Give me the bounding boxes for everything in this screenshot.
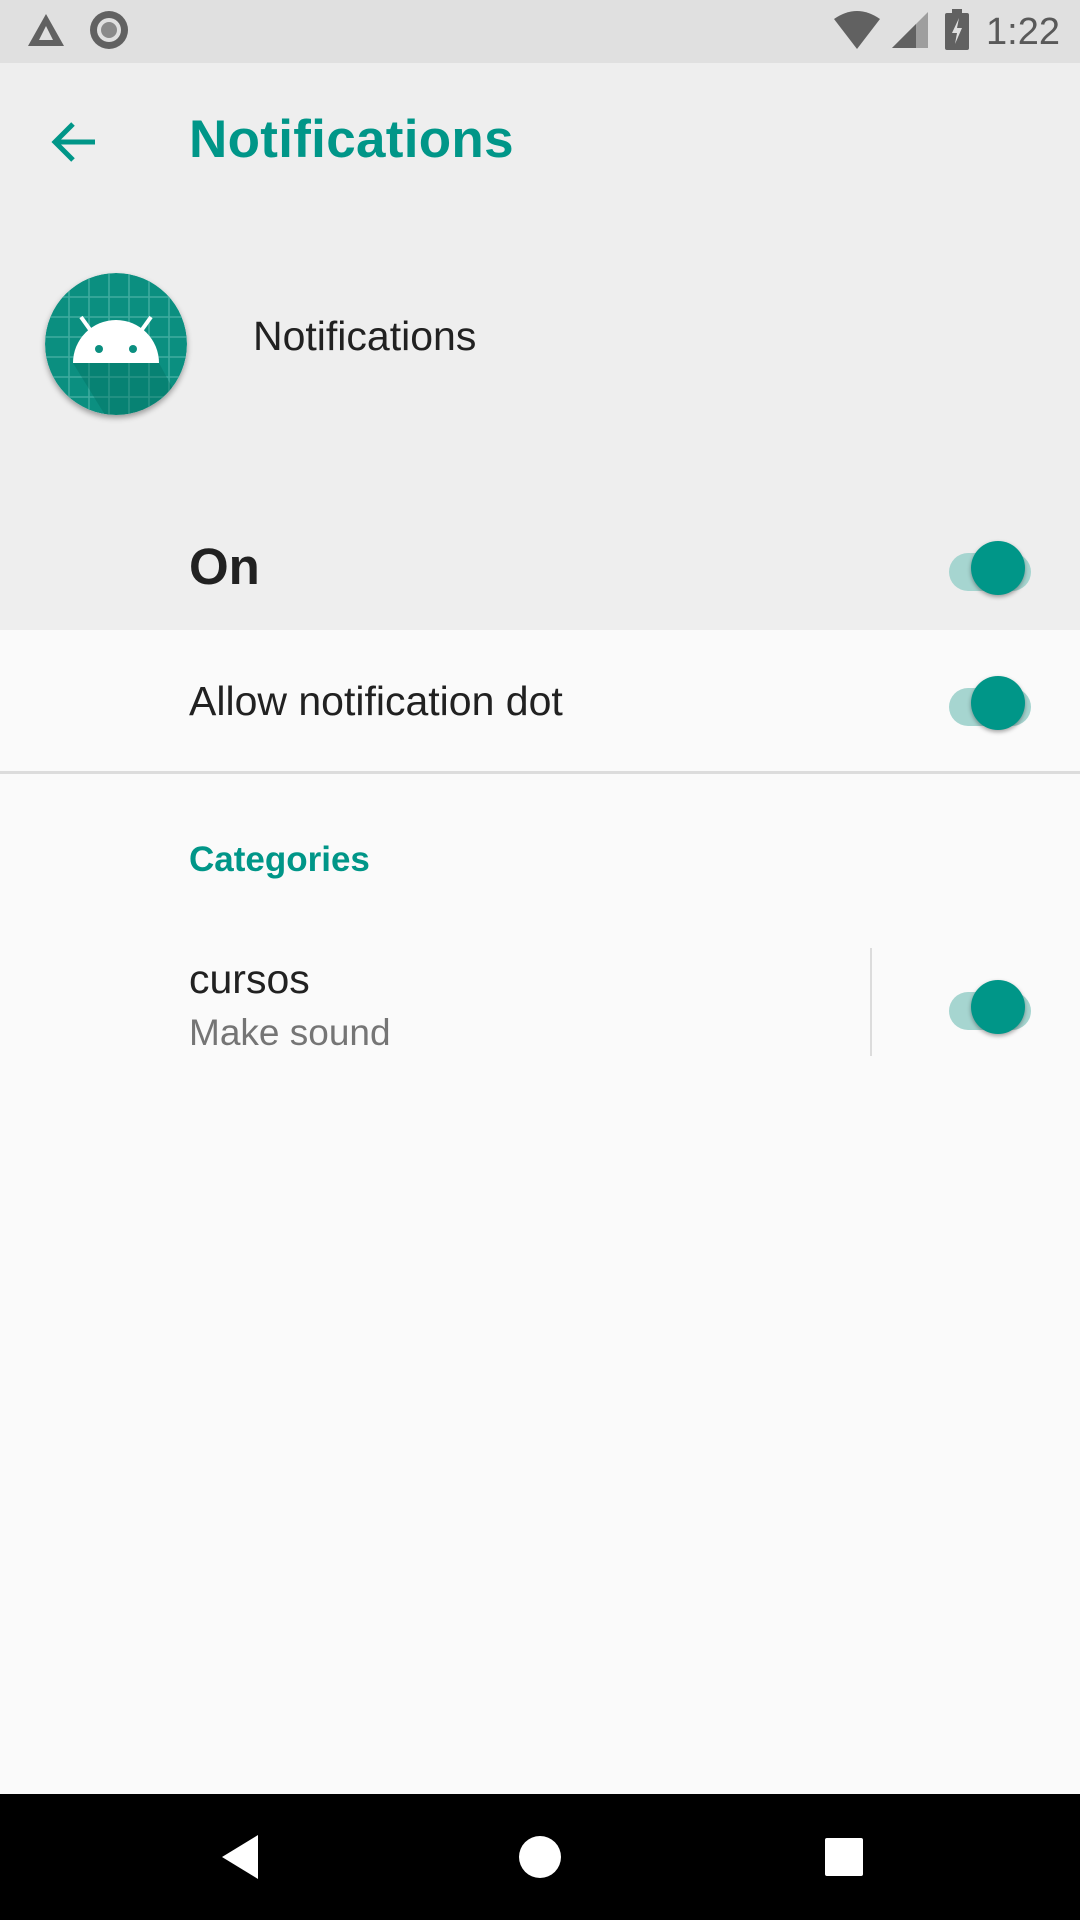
page-title: Notifications: [189, 110, 514, 169]
status-time: 1:22: [986, 10, 1060, 53]
categories-header: Categories: [189, 840, 370, 879]
notification-dot-row[interactable]: Allow notification dot: [0, 630, 1080, 772]
switch-thumb: [971, 676, 1025, 730]
arrow-back-icon: [49, 120, 99, 169]
channel-title: cursos: [189, 956, 310, 1002]
android-app-icon: [45, 273, 187, 415]
switch-thumb: [971, 541, 1025, 595]
channel-summary: Make sound: [189, 1012, 391, 1053]
nav-bar: [0, 1794, 1080, 1920]
channel-toggle[interactable]: [945, 974, 1035, 1034]
nav-back-button[interactable]: [195, 1814, 285, 1904]
signal-icon: [890, 10, 930, 55]
status-bar: 1:22: [0, 0, 1080, 63]
notification-dot-toggle[interactable]: [945, 670, 1035, 730]
channel-divider: [870, 948, 872, 1056]
battery-charging-icon: [944, 8, 970, 56]
master-switch-row[interactable]: On: [0, 513, 1080, 630]
nav-recents-button[interactable]: [799, 1814, 889, 1904]
wifi-icon: [832, 9, 882, 56]
master-switch-label: On: [189, 538, 260, 595]
app-info: Notifications: [0, 273, 1080, 423]
channel-row[interactable]: cursos Make sound: [0, 940, 1080, 1070]
home-circle-icon: [517, 1834, 563, 1885]
notification-dot-label: Allow notification dot: [189, 678, 563, 724]
nav-home-button[interactable]: [495, 1814, 585, 1904]
sync-circle-icon: [88, 9, 130, 56]
toolbar: Notifications: [0, 63, 1080, 213]
app-name: Notifications: [253, 313, 477, 359]
switch-thumb: [971, 980, 1025, 1034]
warning-triangle-icon: [26, 12, 66, 53]
recents-square-icon: [824, 1837, 864, 1882]
back-button[interactable]: [34, 104, 114, 184]
back-triangle-icon: [218, 1833, 262, 1886]
master-switch-toggle[interactable]: [945, 535, 1035, 595]
status-left-icons: [26, 10, 130, 53]
header-area: Notifications Notifications On: [0, 63, 1080, 630]
section-divider: [0, 771, 1080, 774]
status-right-icons: 1:22: [832, 6, 1060, 58]
